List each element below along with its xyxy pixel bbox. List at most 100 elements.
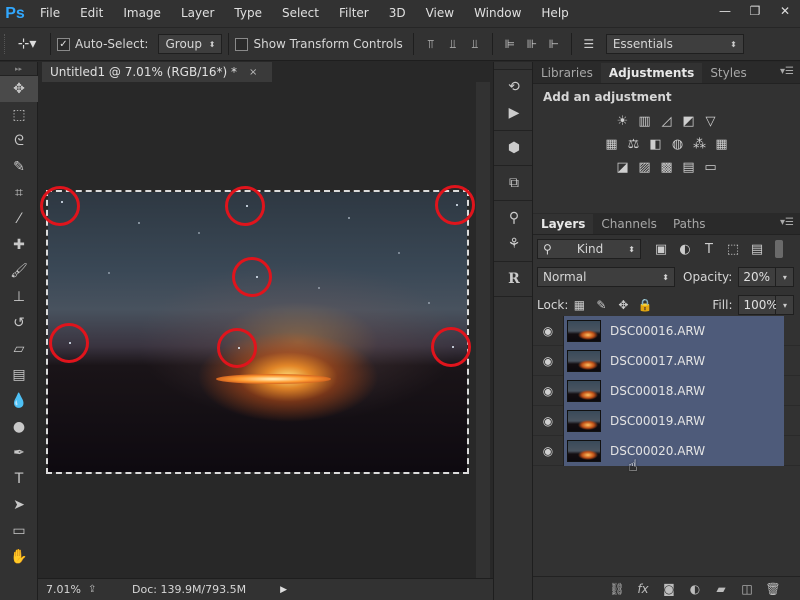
export-icon[interactable]: ⇪: [88, 584, 102, 595]
lock-image-icon[interactable]: ✎: [590, 298, 612, 312]
shape-tool-icon[interactable]: ▭: [0, 518, 38, 544]
marquee-tool-icon[interactable]: ⬚: [0, 102, 38, 128]
show-transform-controls-checkbox[interactable]: [235, 37, 249, 51]
chevron-down-icon[interactable]: ▾: [776, 295, 795, 315]
tab-layers[interactable]: Layers: [533, 214, 594, 234]
brush-tool-icon[interactable]: 🖌: [0, 258, 38, 284]
panel-menu-icon[interactable]: ▾☰: [780, 66, 794, 77]
lock-all-icon[interactable]: 🔒: [634, 298, 656, 312]
vertical-scrollbar[interactable]: [476, 82, 490, 578]
close-tab-icon[interactable]: ×: [249, 67, 257, 78]
align-left-icon[interactable]: ⊫: [499, 33, 521, 55]
levels-icon[interactable]: ▥: [635, 111, 655, 131]
layer-body[interactable]: DSC00019.ARW: [563, 405, 784, 436]
layer-filter-select[interactable]: ⚲ Kind ⬍: [537, 239, 641, 259]
menu-layer[interactable]: Layer: [171, 0, 224, 27]
eye-icon[interactable]: ◉: [533, 384, 563, 398]
photo-filter-icon[interactable]: ◍: [668, 134, 688, 154]
move-tool-preset-icon[interactable]: ⊹▾: [10, 36, 44, 52]
pen-tool-icon[interactable]: ✒: [0, 440, 38, 466]
history-brush-tool-icon[interactable]: ↺: [0, 310, 38, 336]
r-pro-plugin-icon[interactable]: R: [494, 266, 534, 292]
invert-icon[interactable]: ◪: [613, 157, 633, 177]
restore-button[interactable]: ❐: [740, 0, 770, 22]
quick-selection-tool-icon[interactable]: ✎: [0, 154, 38, 180]
brush-presets-icon[interactable]: ⚲: [494, 205, 534, 231]
filter-type-icon[interactable]: T: [697, 242, 721, 257]
fx-icon[interactable]: fx: [630, 582, 656, 596]
color-lookup-icon[interactable]: ▦: [712, 134, 732, 154]
blur-tool-icon[interactable]: 💧: [0, 388, 38, 414]
menu-select[interactable]: Select: [272, 0, 329, 27]
layer-body[interactable]: DSC00016.ARW: [563, 315, 784, 346]
menu-filter[interactable]: Filter: [329, 0, 379, 27]
new-layer-icon[interactable]: ◫: [734, 582, 760, 596]
filter-adjustment-icon[interactable]: ◐: [673, 242, 697, 257]
lock-transparent-icon[interactable]: ▦: [568, 298, 590, 312]
color-balance-icon[interactable]: ⚖: [624, 134, 644, 154]
dock-grip[interactable]: [494, 62, 532, 70]
layer-row[interactable]: ◉ DSC00020.ARW: [533, 435, 800, 466]
tab-adjustments[interactable]: Adjustments: [600, 63, 703, 83]
align-top-icon[interactable]: ⫪: [420, 33, 442, 55]
layer-body[interactable]: DSC00017.ARW: [563, 345, 784, 376]
path-selection-tool-icon[interactable]: ➤: [0, 492, 38, 518]
zoom-level[interactable]: 7.01%: [46, 583, 88, 596]
distribute-icon[interactable]: ☰: [578, 33, 600, 55]
hand-tool-icon[interactable]: ✋: [0, 544, 38, 570]
3d-icon[interactable]: ⬢: [494, 135, 534, 161]
align-vcenter-icon[interactable]: ⫫: [442, 33, 464, 55]
auto-select-checkbox[interactable]: ✓: [57, 37, 70, 51]
trash-icon[interactable]: 🗑: [760, 582, 786, 596]
canvas-image[interactable]: [46, 190, 469, 474]
posterize-icon[interactable]: ▨: [635, 157, 655, 177]
black-white-icon[interactable]: ◧: [646, 134, 666, 154]
menu-type[interactable]: Type: [224, 0, 272, 27]
lock-position-icon[interactable]: ✥: [612, 298, 634, 312]
healing-brush-tool-icon[interactable]: ✚: [0, 232, 38, 258]
eye-icon[interactable]: ◉: [533, 444, 563, 458]
threshold-icon[interactable]: ▩: [657, 157, 677, 177]
clone-stamp-tool-icon[interactable]: ⊥: [0, 284, 38, 310]
move-tool-icon[interactable]: ✥: [0, 76, 38, 102]
status-menu-arrow-icon[interactable]: ▶: [280, 585, 287, 595]
gradient-tool-icon[interactable]: ▤: [0, 362, 38, 388]
menu-view[interactable]: View: [416, 0, 464, 27]
minimize-button[interactable]: —: [710, 0, 740, 22]
exposure-icon[interactable]: ◩: [679, 111, 699, 131]
new-group-icon[interactable]: ▰: [708, 582, 734, 596]
layer-row[interactable]: ◉ DSC00017.ARW: [533, 345, 800, 376]
close-button[interactable]: ✕: [770, 0, 800, 22]
document-tab[interactable]: Untitled1 @ 7.01% (RGB/16*) * ×: [42, 62, 272, 82]
actions-play-icon[interactable]: ▶: [494, 100, 534, 126]
eraser-tool-icon[interactable]: ▱: [0, 336, 38, 362]
auto-select-mode-select[interactable]: Group ⬍: [158, 34, 223, 54]
channel-mixer-icon[interactable]: ⁂: [690, 134, 710, 154]
clone-source-icon[interactable]: ⚘: [494, 231, 534, 257]
workspace-select[interactable]: Essentials ⬍: [605, 34, 744, 54]
layer-row[interactable]: ◉ DSC00018.ARW: [533, 375, 800, 406]
layer-body[interactable]: DSC00020.ARW: [563, 435, 784, 466]
menu-edit[interactable]: Edit: [70, 0, 113, 27]
menu-help[interactable]: Help: [531, 0, 578, 27]
selective-color-icon[interactable]: ▭: [701, 157, 721, 177]
menu-3d[interactable]: 3D: [379, 0, 416, 27]
eye-icon[interactable]: ◉: [533, 414, 563, 428]
filter-pixel-icon[interactable]: ▣: [649, 242, 673, 257]
chevron-down-icon[interactable]: ▾: [776, 267, 795, 287]
align-right-icon[interactable]: ⊩: [543, 33, 565, 55]
link-layers-icon[interactable]: ⛓: [604, 582, 630, 596]
eye-icon[interactable]: ◉: [533, 324, 563, 338]
tab-paths[interactable]: Paths: [665, 214, 714, 234]
history-icon[interactable]: ⟲: [494, 74, 534, 100]
align-bottom-icon[interactable]: ⫫: [464, 33, 486, 55]
panel-menu-icon[interactable]: ▾☰: [780, 217, 794, 228]
toolbox-collapse-icon[interactable]: ▸▸: [0, 62, 37, 76]
tab-channels[interactable]: Channels: [593, 214, 665, 234]
tab-libraries[interactable]: Libraries: [533, 63, 601, 83]
opacity-input[interactable]: 20%: [738, 267, 777, 287]
layer-row[interactable]: ◉ DSC00019.ARW: [533, 405, 800, 436]
eyedropper-tool-icon[interactable]: ⁄: [0, 206, 38, 232]
hue-saturation-icon[interactable]: ▦: [602, 134, 622, 154]
align-hcenter-icon[interactable]: ⊪: [521, 33, 543, 55]
